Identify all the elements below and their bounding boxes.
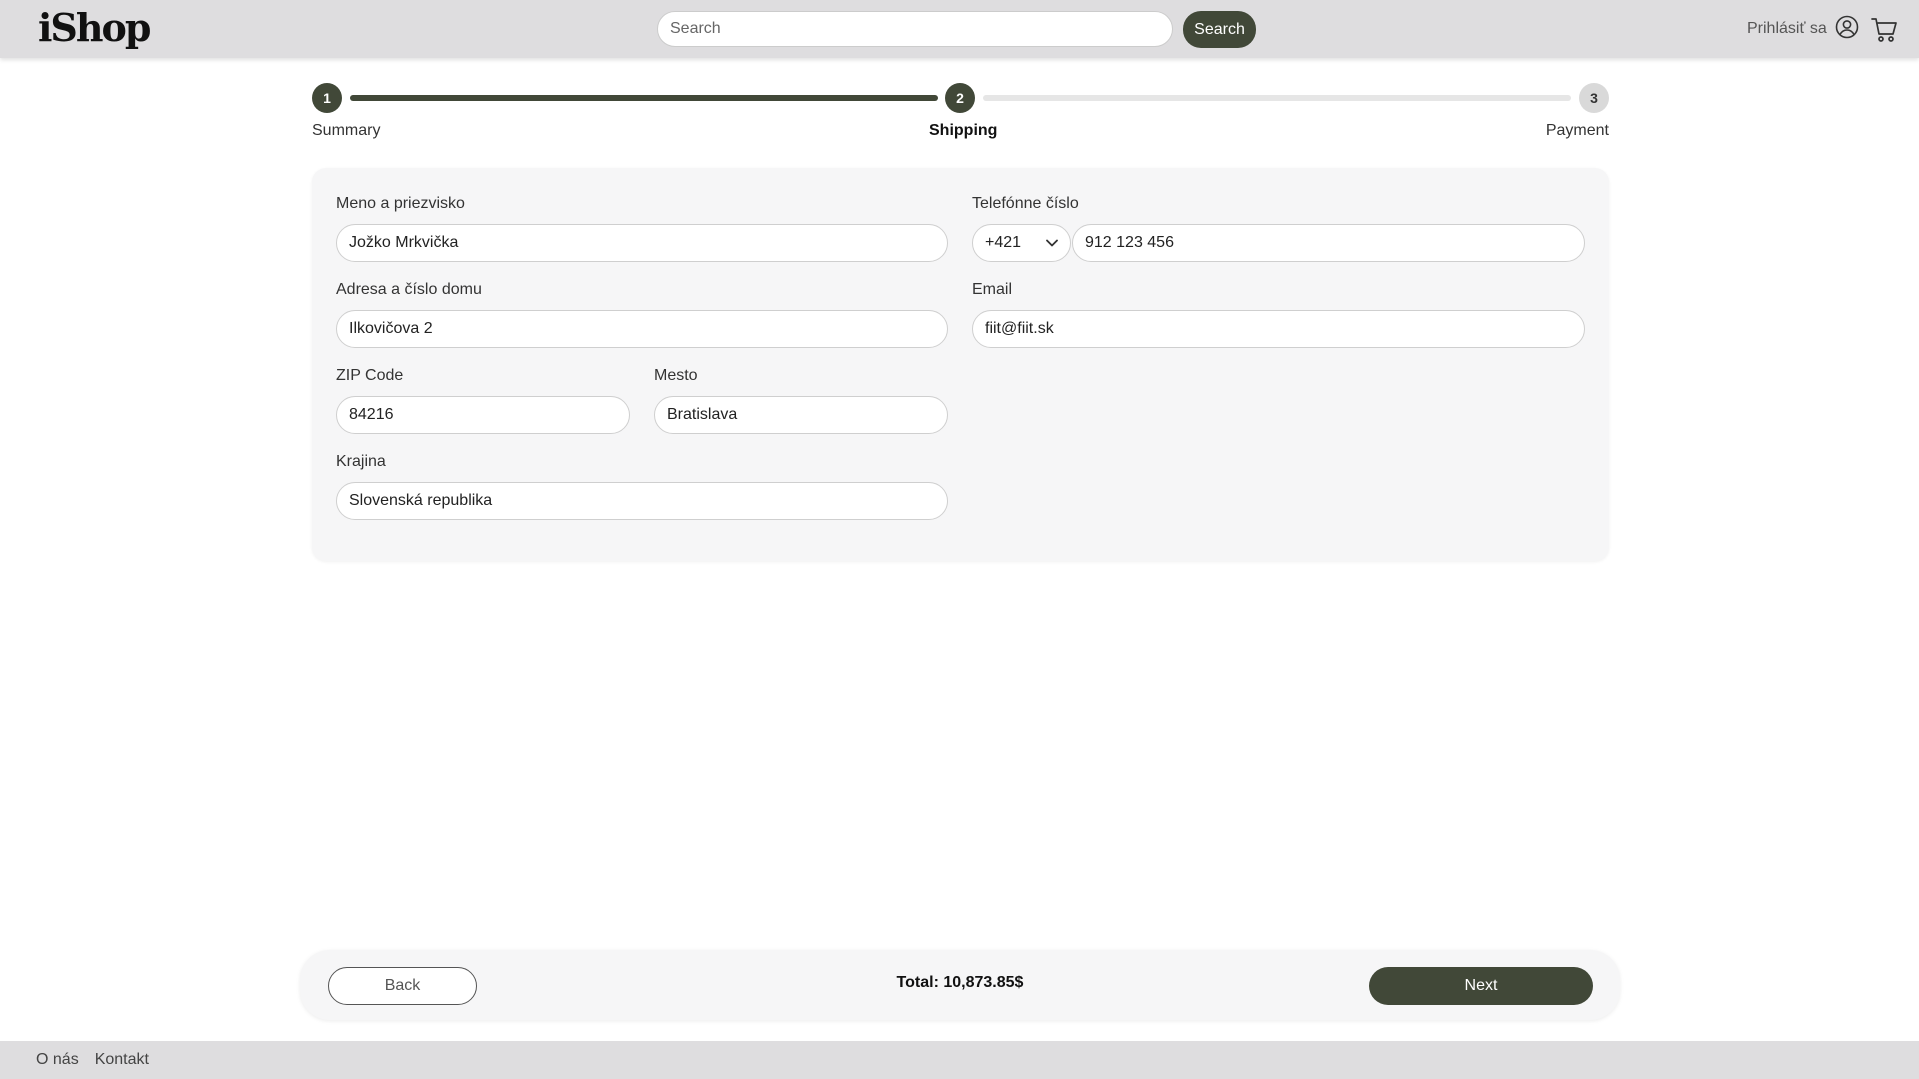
country-code-value: +421 [985, 234, 1022, 251]
checkout-stepper: 1 2 3 Summary Shipping Payment [312, 80, 1609, 150]
footer: O nás Kontakt [0, 1041, 1919, 1079]
phone-input[interactable] [1072, 224, 1585, 262]
login-label: Prihlásiť sa [1747, 20, 1827, 37]
city-input[interactable] [654, 396, 948, 434]
address-label: Adresa a číslo domu [336, 281, 482, 298]
footer-link-about[interactable]: O nás [36, 1051, 79, 1069]
zip-input[interactable] [336, 396, 630, 434]
step-3-label: Payment [1545, 122, 1609, 139]
step-1-label: Summary [312, 122, 381, 139]
email-label: Email [972, 281, 1013, 298]
step-1-indicator: 1 [312, 83, 342, 113]
step-3-indicator: 3 [1579, 83, 1609, 113]
address-input[interactable] [336, 310, 948, 348]
name-input[interactable] [336, 224, 948, 262]
phone-label: Telefónne číslo [972, 195, 1079, 212]
footer-link-contact[interactable]: Kontakt [95, 1051, 149, 1069]
user-icon [1835, 15, 1859, 44]
checkout-action-bar: Back Total: 10,873.85$ Next [300, 950, 1620, 1020]
search-input[interactable] [657, 11, 1173, 47]
step-progress-line-1 [350, 95, 938, 101]
step-2-label: Shipping [929, 122, 998, 139]
country-label: Krajina [336, 453, 386, 470]
name-label: Meno a priezvisko [336, 195, 465, 212]
email-input[interactable] [972, 310, 1585, 348]
country-input[interactable] [336, 482, 948, 520]
step-progress-line-2 [983, 95, 1571, 101]
cart-icon[interactable] [1870, 16, 1898, 44]
shipping-form: Meno a priezvisko Telefónne číslo +421 A… [312, 168, 1609, 561]
city-label: Mesto [654, 367, 698, 384]
country-code-select[interactable]: +421 [972, 224, 1071, 262]
next-button[interactable]: Next [1369, 967, 1593, 1005]
chevron-down-icon [1046, 234, 1058, 252]
step-2-indicator: 2 [945, 83, 975, 113]
search-button[interactable]: Search [1183, 11, 1256, 48]
zip-label: ZIP Code [336, 367, 404, 384]
login-link[interactable]: Prihlásiť sa [1747, 15, 1859, 44]
logo[interactable]: iShop [38, 4, 151, 52]
top-navbar: iShop Search Prihlásiť sa [0, 0, 1919, 58]
